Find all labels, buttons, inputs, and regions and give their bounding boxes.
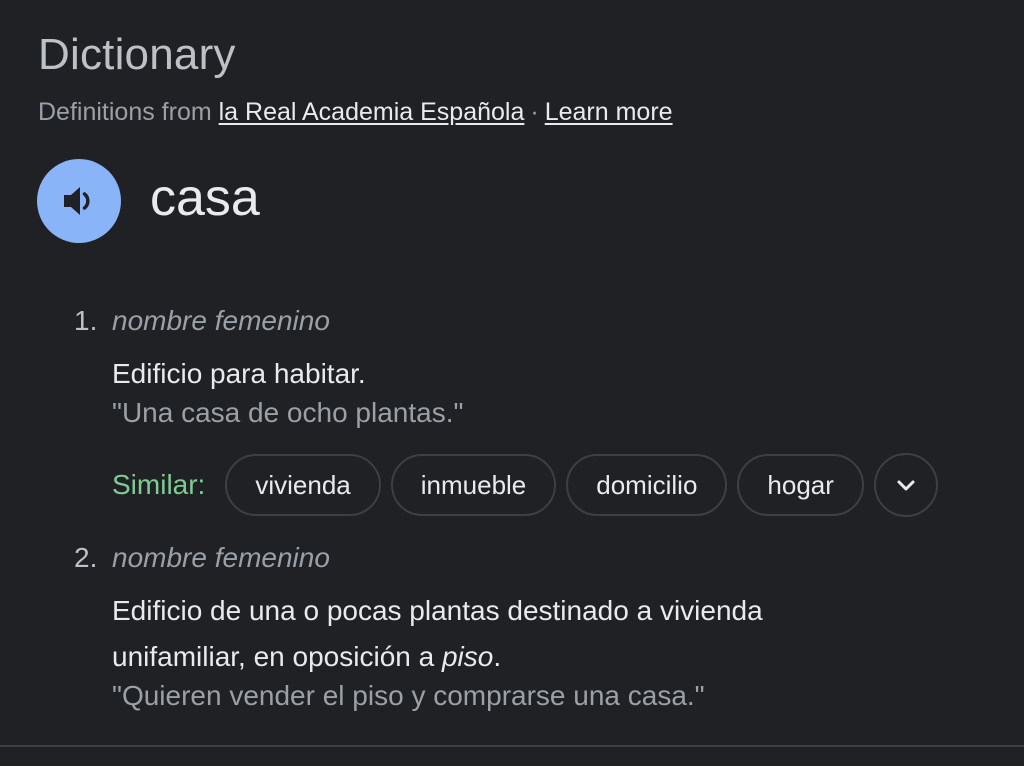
pronunciation-button[interactable] — [37, 159, 121, 243]
source-separator: · — [530, 98, 539, 126]
part-of-speech: nombre femenino — [112, 305, 330, 336]
bottom-divider — [0, 745, 1024, 747]
similar-chip-inmueble[interactable]: inmueble — [390, 454, 557, 516]
rae-link[interactable]: la Real Academia Española — [219, 98, 525, 126]
definition: Edificio para habitar. — [112, 358, 366, 389]
definition-italic-term: piso — [441, 641, 494, 672]
source-line: Definitions from la Real Academia Españo… — [38, 98, 673, 127]
chevron-down-icon — [897, 480, 915, 491]
dictionary-card: Dictionary Definitions from la Real Acad… — [0, 0, 1024, 766]
learn-more-link[interactable]: Learn more — [545, 98, 673, 126]
similar-chip-domicilio[interactable]: domicilio — [566, 454, 728, 516]
definition-end: . — [493, 641, 502, 672]
definition: Edificio de una o pocas plantas destinad… — [112, 588, 902, 680]
example: "Una casa de ocho plantas." — [112, 397, 464, 428]
sense-number: 2. — [74, 542, 98, 573]
source-prefix: Definitions from — [38, 98, 212, 126]
speaker-icon — [64, 187, 90, 215]
sense-2: 2. nombre femenino Edificio de una o poc… — [74, 542, 994, 722]
similar-words-row: Similar: vivienda inmueble domicilio hog… — [112, 452, 938, 518]
expand-similar-button[interactable] — [873, 453, 938, 517]
sense-1: 1. nombre femenino Edificio para habitar… — [74, 305, 994, 445]
definition-text: Edificio de una o pocas plantas destinad… — [112, 595, 763, 672]
sense-number: 1. — [74, 305, 98, 336]
similar-chip-vivienda[interactable]: vivienda — [225, 454, 381, 516]
headword: casa — [150, 169, 260, 227]
similar-label: Similar: — [112, 469, 206, 500]
example: "Quieren vender el piso y comprarse una … — [112, 680, 705, 711]
similar-chip-hogar[interactable]: hogar — [737, 454, 864, 516]
card-title: Dictionary — [38, 30, 236, 79]
part-of-speech: nombre femenino — [112, 542, 330, 573]
